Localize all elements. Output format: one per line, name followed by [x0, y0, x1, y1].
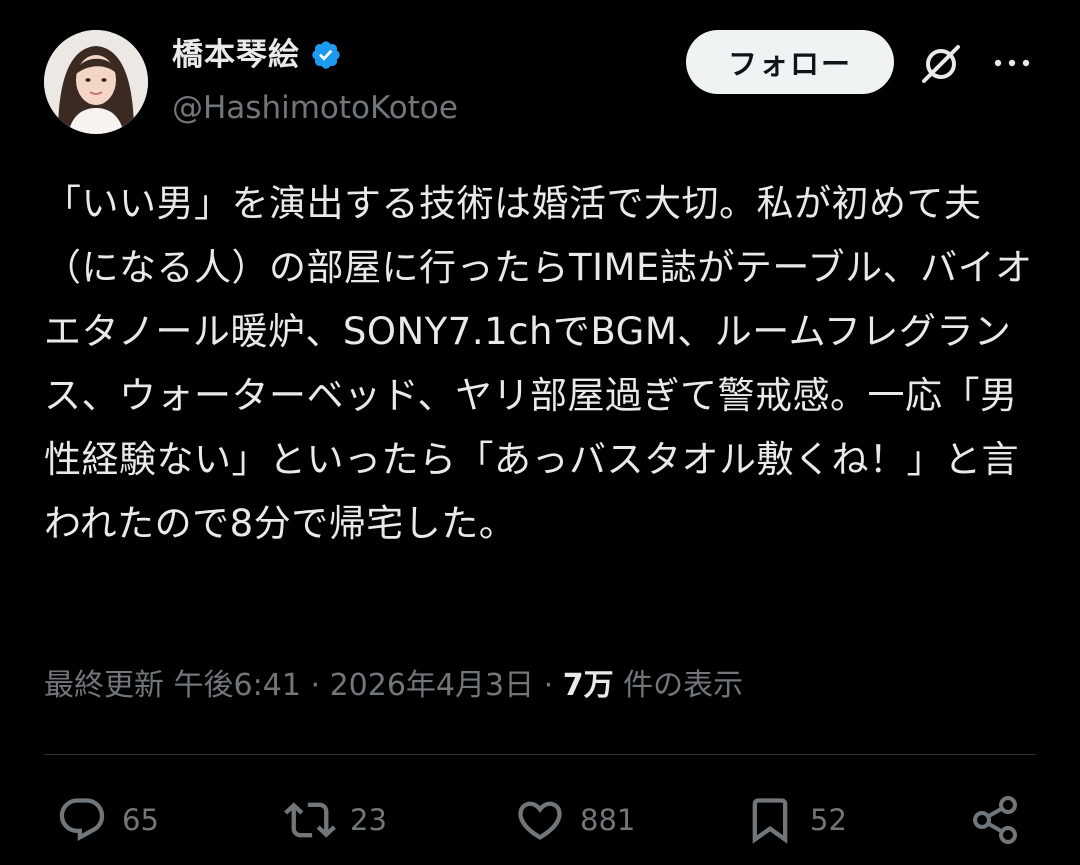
reply-button[interactable]: 65	[56, 790, 159, 850]
tweet-time[interactable]: 午後6:41	[174, 668, 301, 703]
views-label: 件の表示	[623, 668, 744, 703]
bookmark-button[interactable]: 52	[744, 790, 847, 850]
tweet-date[interactable]: 2026年4月3日	[330, 668, 535, 703]
bookmark-icon	[752, 798, 788, 844]
like-button[interactable]: 881	[514, 790, 635, 850]
name-row: 橋本琴絵	[172, 30, 342, 80]
like-count: 881	[580, 803, 636, 837]
share-icon[interactable]	[968, 792, 1024, 848]
heart-icon	[518, 801, 562, 840]
repost-count: 23	[350, 803, 387, 837]
repost-button[interactable]: 23	[284, 790, 387, 850]
tweet-meta: 最終更新 午後6:41 · 2026年4月3日 · 7万 件の表示	[44, 660, 743, 712]
meta-separator: ·	[543, 668, 554, 703]
avatar[interactable]	[44, 30, 148, 134]
follow-button[interactable]: フォロー	[686, 30, 894, 94]
repost-icon	[284, 802, 336, 838]
divider	[44, 754, 1036, 755]
tweet-text: 「いい男」を演出する技術は婚活で大切。私が初めて夫（になる人）の部屋に行ったらT…	[44, 182, 1033, 545]
bookmark-count: 52	[810, 803, 847, 837]
display-name[interactable]: 橋本琴絵	[172, 30, 300, 80]
views-count: 7万	[562, 668, 614, 703]
grok-icon[interactable]	[918, 41, 964, 87]
meta-separator: ·	[310, 668, 321, 703]
reply-count: 65	[122, 803, 159, 837]
reply-icon	[59, 798, 105, 842]
verified-badge-icon	[312, 41, 340, 69]
avatar-image	[44, 30, 148, 134]
updated-label: 最終更新	[44, 668, 164, 703]
more-icon[interactable]	[990, 50, 1034, 76]
user-handle[interactable]: @HashimotoKotoe	[172, 84, 458, 132]
